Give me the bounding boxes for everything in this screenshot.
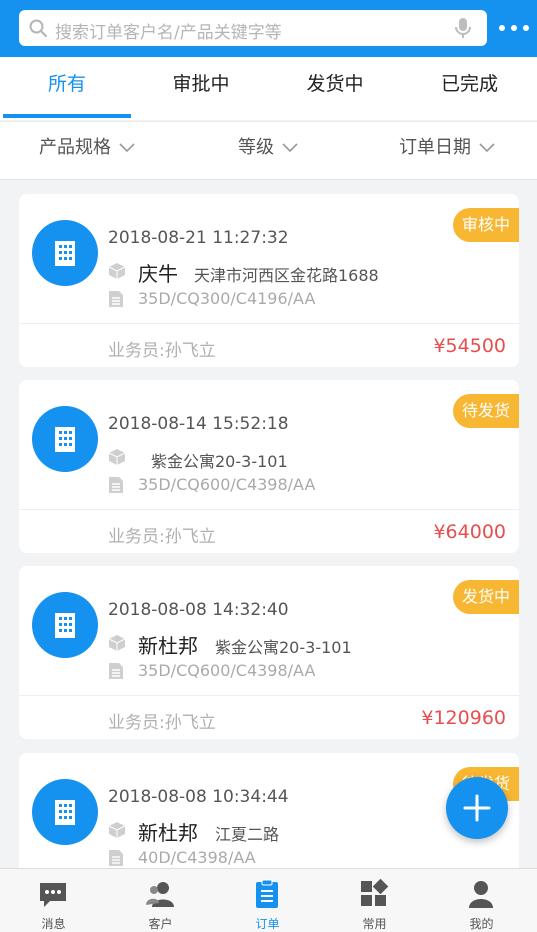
filter-bar: 产品规格 等级 订单日期 xyxy=(0,121,537,180)
status-badge: 审核中 xyxy=(453,208,519,242)
chevron-down-icon xyxy=(282,143,298,153)
filter-label: 订单日期 xyxy=(399,137,471,158)
divider xyxy=(19,695,519,696)
order-card[interactable]: 待发货 2018-08-14 15:52:18 紫金公寓20-3-101 35D… xyxy=(19,380,519,553)
product-spec: 35D/CQ600/C4398/AA xyxy=(138,475,316,494)
product-spec: 40D/C4398/AA xyxy=(138,848,256,867)
nav-label: 客户 xyxy=(148,917,173,931)
nav-profile[interactable]: 我的 xyxy=(428,869,537,932)
building-icon xyxy=(55,241,75,266)
building-avatar xyxy=(32,592,98,658)
nav-messages[interactable]: 消息 xyxy=(0,869,107,932)
microphone-icon[interactable] xyxy=(451,16,475,40)
tab-all[interactable]: 所有 xyxy=(0,57,134,120)
building-avatar xyxy=(32,406,98,472)
customer-address: 紫金公寓20-3-101 xyxy=(215,638,352,657)
orders-icon xyxy=(256,879,278,908)
apps-icon xyxy=(361,879,389,906)
order-datetime: 2018-08-08 10:34:44 xyxy=(108,787,289,807)
chevron-down-icon xyxy=(119,143,135,153)
filter-label: 等级 xyxy=(238,137,274,158)
box-icon xyxy=(108,449,126,465)
salesperson: 业务员:孙飞立 xyxy=(108,341,216,361)
more-icon[interactable] xyxy=(497,18,531,38)
order-datetime: 2018-08-08 14:32:40 xyxy=(108,600,289,620)
order-card[interactable]: 发货中 2018-08-08 14:32:40 新杜邦 紫金公寓20-3-101… xyxy=(19,566,519,739)
nav-label: 订单 xyxy=(255,917,280,931)
order-card[interactable]: 审核中 2018-08-21 11:27:32 庆牛 天津市河西区金花路1688… xyxy=(19,194,519,367)
box-icon xyxy=(108,822,126,838)
customers-icon xyxy=(146,882,174,907)
bottom-nav: 消息 客户 订单 常用 我的 xyxy=(0,868,537,932)
add-order-button[interactable] xyxy=(446,777,508,839)
profile-icon xyxy=(469,881,493,908)
status-tabs: 所有 审批中 发货中 已完成 xyxy=(0,57,537,120)
document-icon xyxy=(109,291,123,307)
salesperson: 业务员:孙飞立 xyxy=(108,527,216,547)
order-card[interactable]: 待发货 2018-08-08 10:34:44 新杜邦 江夏二路 40D/C43… xyxy=(19,753,519,868)
box-icon xyxy=(108,263,126,279)
message-icon xyxy=(40,883,66,907)
order-datetime: 2018-08-14 15:52:18 xyxy=(108,414,289,434)
customer-address: 江夏二路 xyxy=(215,825,280,844)
divider xyxy=(19,323,519,324)
search-bar[interactable]: 搜索订单客户名/产品关键字等 xyxy=(19,10,487,46)
filter-grade[interactable]: 等级 xyxy=(238,122,298,180)
nav-orders[interactable]: 订单 xyxy=(214,869,321,932)
nav-frequent[interactable]: 常用 xyxy=(321,869,428,932)
plus-icon xyxy=(463,794,491,822)
order-amount: ¥64000 xyxy=(433,521,506,543)
building-avatar xyxy=(32,779,98,845)
customer-address: 紫金公寓20-3-101 xyxy=(151,452,288,471)
customer-name: 庆牛 xyxy=(138,262,178,286)
filter-order-date[interactable]: 订单日期 xyxy=(399,122,495,180)
tab-approving[interactable]: 审批中 xyxy=(134,57,268,120)
order-datetime: 2018-08-21 11:27:32 xyxy=(108,228,289,248)
box-icon xyxy=(108,635,126,651)
document-icon xyxy=(109,850,123,866)
customer-address: 天津市河西区金花路1688 xyxy=(194,266,379,285)
building-icon xyxy=(55,800,75,825)
document-icon xyxy=(109,663,123,679)
order-amount: ¥54500 xyxy=(433,335,506,357)
filter-product-spec[interactable]: 产品规格 xyxy=(39,122,135,180)
product-spec: 35D/CQ300/C4196/AA xyxy=(138,289,316,308)
status-badge: 发货中 xyxy=(453,580,519,614)
customer-name: 新杜邦 xyxy=(138,634,198,658)
status-badge: 待发货 xyxy=(453,394,519,428)
tab-completed[interactable]: 已完成 xyxy=(402,57,537,120)
nav-label: 我的 xyxy=(469,917,494,931)
divider xyxy=(19,509,519,510)
tab-shipping[interactable]: 发货中 xyxy=(268,57,402,120)
document-icon xyxy=(109,477,123,493)
building-icon xyxy=(55,427,75,452)
search-input[interactable]: 搜索订单客户名/产品关键字等 xyxy=(55,18,282,43)
order-amount: ¥120960 xyxy=(421,707,506,729)
nav-label: 消息 xyxy=(41,917,66,931)
customer-name: 新杜邦 xyxy=(138,821,198,845)
building-avatar xyxy=(32,220,98,286)
building-icon xyxy=(55,613,75,638)
product-spec: 35D/CQ600/C4398/AA xyxy=(138,661,316,680)
salesperson: 业务员:孙飞立 xyxy=(108,713,216,733)
chevron-down-icon xyxy=(479,143,495,153)
filter-label: 产品规格 xyxy=(39,137,111,158)
nav-customers[interactable]: 客户 xyxy=(107,869,214,932)
nav-label: 常用 xyxy=(362,917,387,931)
active-tab-indicator xyxy=(3,114,131,118)
top-bar: 搜索订单客户名/产品关键字等 xyxy=(0,0,537,57)
search-icon xyxy=(29,19,47,37)
